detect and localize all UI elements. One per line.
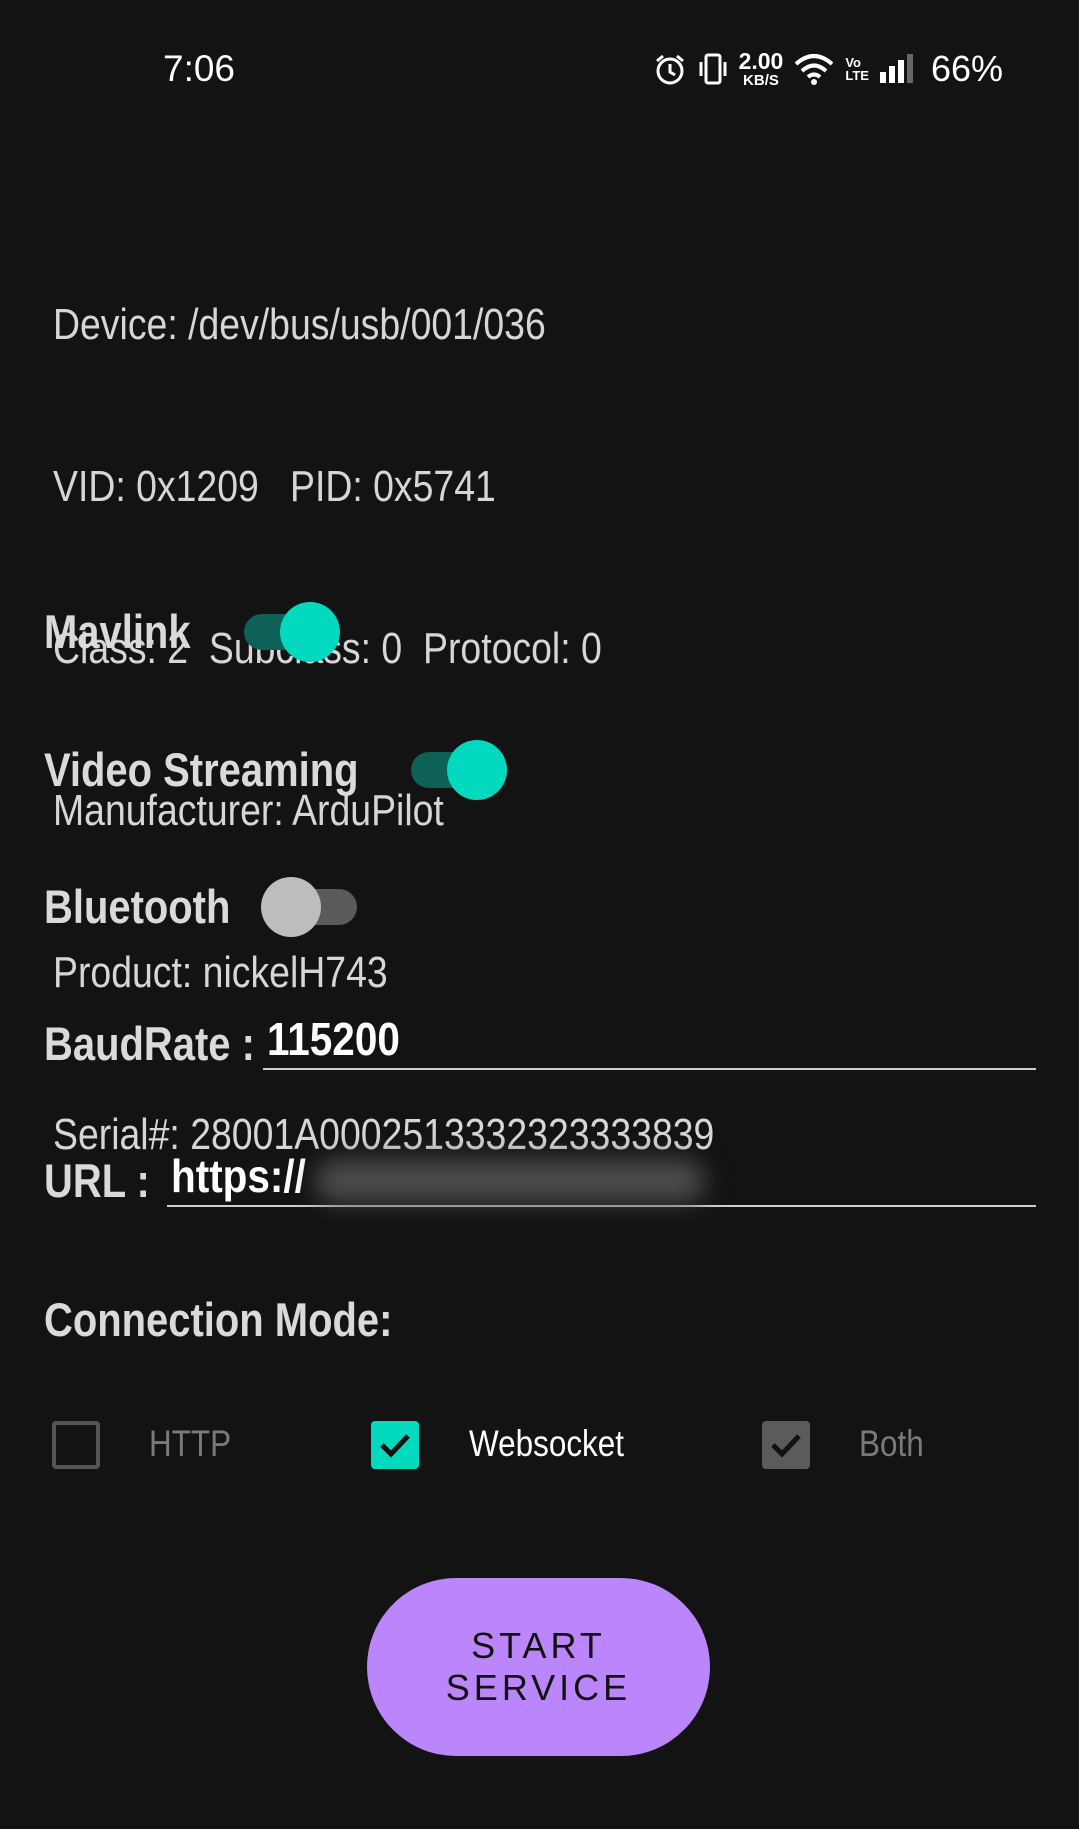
baudrate-label: BaudRate : bbox=[44, 1017, 255, 1070]
video-streaming-switch[interactable] bbox=[411, 740, 507, 800]
status-icons: 2.00 KB/S Vo LTE 66% bbox=[653, 48, 1003, 90]
connection-mode-label: Connection Mode: bbox=[44, 1293, 393, 1346]
status-time: 7:06 bbox=[163, 48, 236, 89]
vibrate-icon bbox=[697, 52, 729, 86]
both-checkbox[interactable] bbox=[762, 1421, 810, 1469]
baudrate-input[interactable]: 115200 bbox=[263, 1013, 1036, 1070]
device-product: Product: nickelH743 bbox=[53, 948, 388, 997]
mavlink-switch[interactable] bbox=[244, 602, 340, 662]
url-label: URL : bbox=[44, 1154, 150, 1207]
both-label: Both bbox=[859, 1423, 924, 1464]
url-redaction bbox=[315, 1159, 705, 1203]
url-value: https:// bbox=[171, 1150, 306, 1202]
mavlink-label: Mavlink bbox=[44, 605, 191, 658]
checkmark-icon bbox=[771, 1434, 801, 1458]
wifi-icon bbox=[793, 52, 835, 86]
network-speed-value: 2.00 bbox=[738, 48, 784, 74]
bluetooth-switch[interactable] bbox=[261, 877, 357, 937]
volte-bottom: LTE bbox=[845, 68, 869, 83]
http-label: HTTP bbox=[149, 1423, 232, 1464]
websocket-label: Websocket bbox=[469, 1423, 625, 1464]
bluetooth-label: Bluetooth bbox=[44, 880, 231, 933]
volte-icon: Vo LTE bbox=[845, 56, 869, 82]
device-vid-pid: VID: 0x1209 PID: 0x5741 bbox=[53, 462, 496, 511]
baudrate-value: 115200 bbox=[267, 1013, 400, 1065]
url-input[interactable]: https:// bbox=[167, 1150, 1036, 1207]
video-streaming-label: Video Streaming bbox=[44, 743, 359, 796]
http-checkbox[interactable] bbox=[52, 1421, 100, 1469]
network-speed: 2.00 KB/S bbox=[738, 48, 784, 89]
websocket-checkbox[interactable] bbox=[371, 1421, 419, 1469]
start-service-button[interactable]: START SERVICE bbox=[367, 1578, 710, 1756]
signal-icon bbox=[879, 54, 915, 84]
video-switch-thumb bbox=[447, 740, 507, 800]
network-speed-unit: KB/S bbox=[743, 72, 779, 89]
alarm-icon bbox=[653, 52, 687, 86]
checkmark-icon bbox=[380, 1434, 410, 1458]
bluetooth-switch-thumb bbox=[261, 877, 321, 937]
mavlink-switch-thumb bbox=[280, 602, 340, 662]
device-path: Device: /dev/bus/usb/001/036 bbox=[53, 300, 546, 349]
status-bar: 7:06 2.00 KB/S Vo LTE 66% bbox=[0, 0, 1079, 140]
battery-level: 66% bbox=[930, 48, 1003, 89]
